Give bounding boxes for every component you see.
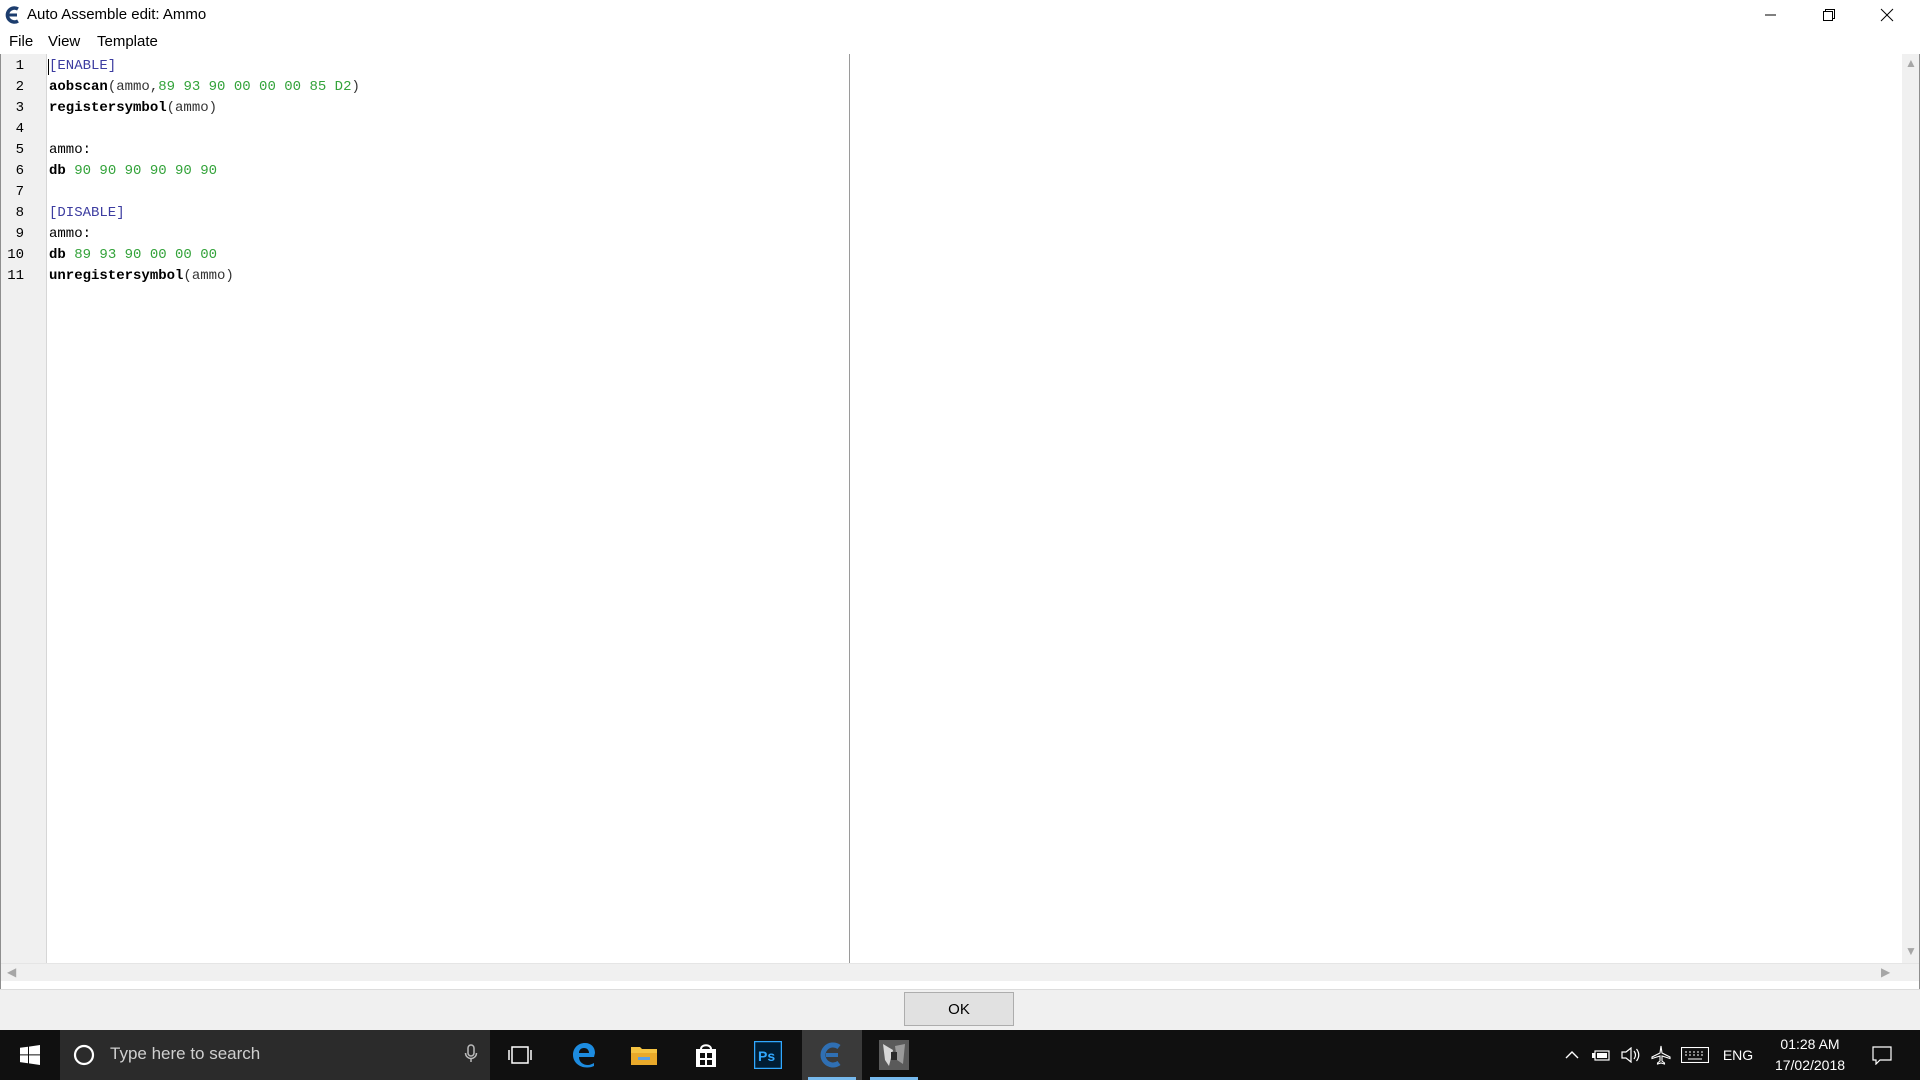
svg-text:Ps: Ps [758,1048,775,1064]
title-bar: Auto Assemble edit: Ammo [0,0,1920,30]
line-number: 1 [15,58,24,74]
cortana-icon [73,1044,95,1066]
close-paren: ) [351,79,360,95]
line-number: 10 [7,247,24,263]
line-number: 9 [15,226,24,242]
byte-values: 90 90 90 90 90 90 [74,163,218,179]
restore-icon [1823,9,1835,21]
label-ammo: ammo: [49,226,92,242]
line-number: 8 [15,205,24,221]
windows-logo-icon [20,1045,40,1065]
notification-icon [1872,1046,1892,1065]
store-icon [696,1044,716,1067]
airplane-icon [1651,1045,1671,1065]
clock-date: 17/02/2018 [1774,1057,1846,1073]
keyword-db: db [49,247,66,263]
keyword-registersymbol: registersymbol [49,100,167,116]
line-number-gutter: 1 2 3 4 5 6 7 8 9 10 11 [1,54,47,963]
menu-file[interactable]: File [9,33,33,50]
touch-keyboard-button[interactable] [1680,1030,1710,1080]
line-number: 3 [15,100,24,116]
section-enable: [ENABLE] [49,58,117,74]
byte-values: 89 93 90 00 00 00 [74,247,218,263]
close-icon [1880,8,1894,22]
pane-splitter[interactable] [849,54,850,963]
section-disable: [DISABLE] [49,205,125,221]
cheat-engine-icon [820,1042,841,1068]
airplane-mode-button[interactable] [1650,1030,1672,1080]
window-title: Auto Assemble edit: Ammo [27,6,207,23]
microphone-icon[interactable] [464,1044,478,1064]
photoshop-icon: Ps [754,1041,782,1069]
clock-time: 01:28 AM [1780,1036,1840,1052]
taskbar-store[interactable] [676,1030,736,1080]
taskbar: Type here to search Ps ENG 01:28 AM 17/0… [0,1030,1920,1080]
taskbar-edge[interactable] [554,1030,614,1080]
scroll-up-icon[interactable]: ▲ [1905,56,1917,70]
cheat-engine-icon [5,6,19,24]
game-app-icon [879,1040,909,1070]
taskbar-game[interactable] [864,1030,924,1080]
scroll-left-icon[interactable]: ◀ [7,965,16,979]
chevron-up-icon [1565,1051,1579,1059]
keyword-unregistersymbol: unregistersymbol [49,268,184,284]
taskbar-photoshop[interactable]: Ps [738,1030,798,1080]
vertical-scrollbar[interactable]: ▲ ▼ [1902,54,1919,963]
line-number: 4 [15,121,24,137]
ok-button[interactable]: OK [904,992,1014,1026]
line-number: 7 [15,184,24,200]
start-button[interactable] [0,1030,60,1080]
line-number: 11 [7,268,24,284]
system-clock[interactable]: 01:28 AM 17/02/2018 [1760,1034,1860,1076]
line-number: 6 [15,163,24,179]
keyword-aobscan: aobscan [49,79,108,95]
search-placeholder: Type here to search [110,1044,261,1063]
code-line-9[interactable]: ammo: [49,226,91,242]
keyboard-icon [1681,1047,1709,1063]
volume-button[interactable] [1620,1030,1642,1080]
code-line-6[interactable]: db 90 90 90 90 90 90 [49,163,217,179]
taskbar-file-explorer[interactable] [614,1030,674,1080]
minimize-button[interactable] [1742,0,1800,30]
arguments: (ammo) [166,100,218,116]
speaker-icon [1621,1047,1640,1063]
text-caret [48,59,49,75]
arguments: (ammo) [183,268,234,284]
arguments: (ammo, [107,79,159,95]
folder-icon [631,1047,657,1065]
code-line-11[interactable]: unregistersymbol(ammo) [49,268,234,284]
scroll-down-icon[interactable]: ▼ [1905,944,1917,958]
line-number: 5 [15,142,24,158]
code-line-8[interactable]: [DISABLE] [49,205,125,221]
taskbar-cheat-engine[interactable] [802,1030,862,1080]
task-view-button[interactable] [490,1030,550,1080]
dialog-footer: OK [0,989,1920,1031]
code-line-2[interactable]: aobscan(ammo,89 93 90 00 00 00 85 D2) [49,79,360,95]
menu-view[interactable]: View [48,33,80,50]
line-number: 2 [15,79,24,95]
minimize-icon [1765,14,1776,16]
code-editor[interactable]: 1 2 3 4 5 6 7 8 9 10 11 [ENABLE] aobscan… [0,54,1920,990]
byte-pattern: 89 93 90 00 00 00 85 D2 [158,79,352,95]
input-language[interactable]: ENG [1718,1030,1758,1080]
battery-icon [1592,1050,1610,1061]
menu-template[interactable]: Template [97,33,158,50]
close-button[interactable] [1858,0,1916,30]
taskbar-search[interactable]: Type here to search [60,1030,490,1080]
show-hidden-icons-button[interactable] [1562,1030,1582,1080]
action-center-button[interactable] [1864,1030,1900,1080]
code-line-10[interactable]: db 89 93 90 00 00 00 [49,247,217,263]
code-line-5[interactable]: ammo: [49,142,91,158]
restore-button[interactable] [1800,0,1858,30]
code-line-3[interactable]: registersymbol(ammo) [49,100,217,116]
battery-button[interactable] [1590,1030,1612,1080]
edge-browser-icon [573,1043,595,1068]
keyword-db: db [49,163,66,179]
scroll-right-icon[interactable]: ▶ [1881,965,1890,979]
task-view-icon [508,1046,532,1064]
menu-bar: File View Template [0,30,1920,55]
label-ammo: ammo: [49,142,92,158]
horizontal-scrollbar[interactable]: ◀ ▶ [1,963,1919,981]
code-line-1[interactable]: [ENABLE] [49,58,116,74]
